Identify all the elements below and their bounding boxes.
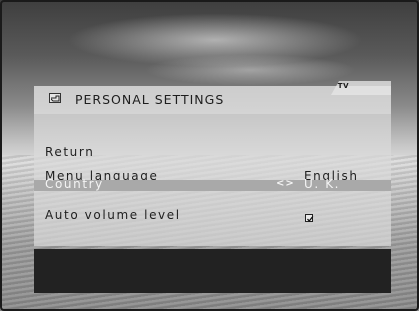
menu-item-return[interactable]: Return [45,145,94,159]
panel-footer [34,249,391,293]
checkmark-icon [307,216,314,223]
auto-volume-checkbox[interactable] [305,214,314,223]
country-value: U. K. [304,177,341,191]
menu-item-country[interactable]: Country <> U. K. [34,177,391,191]
left-right-arrows-icon[interactable]: <> [276,178,295,189]
page-title: PERSONAL SETTINGS [75,92,225,107]
country-label: Country [45,177,104,191]
source-label: TV [337,82,349,90]
menu-item-auto-volume-level[interactable]: Auto volume level [45,208,181,222]
panel-header: TV PERSONAL SETTINGS [34,81,391,114]
hand-pointer-icon [49,93,61,103]
personal-settings-panel: TV PERSONAL SETTINGS Return Menu languag… [34,81,391,293]
menu-list: Return Menu language English Country <> … [34,114,391,246]
